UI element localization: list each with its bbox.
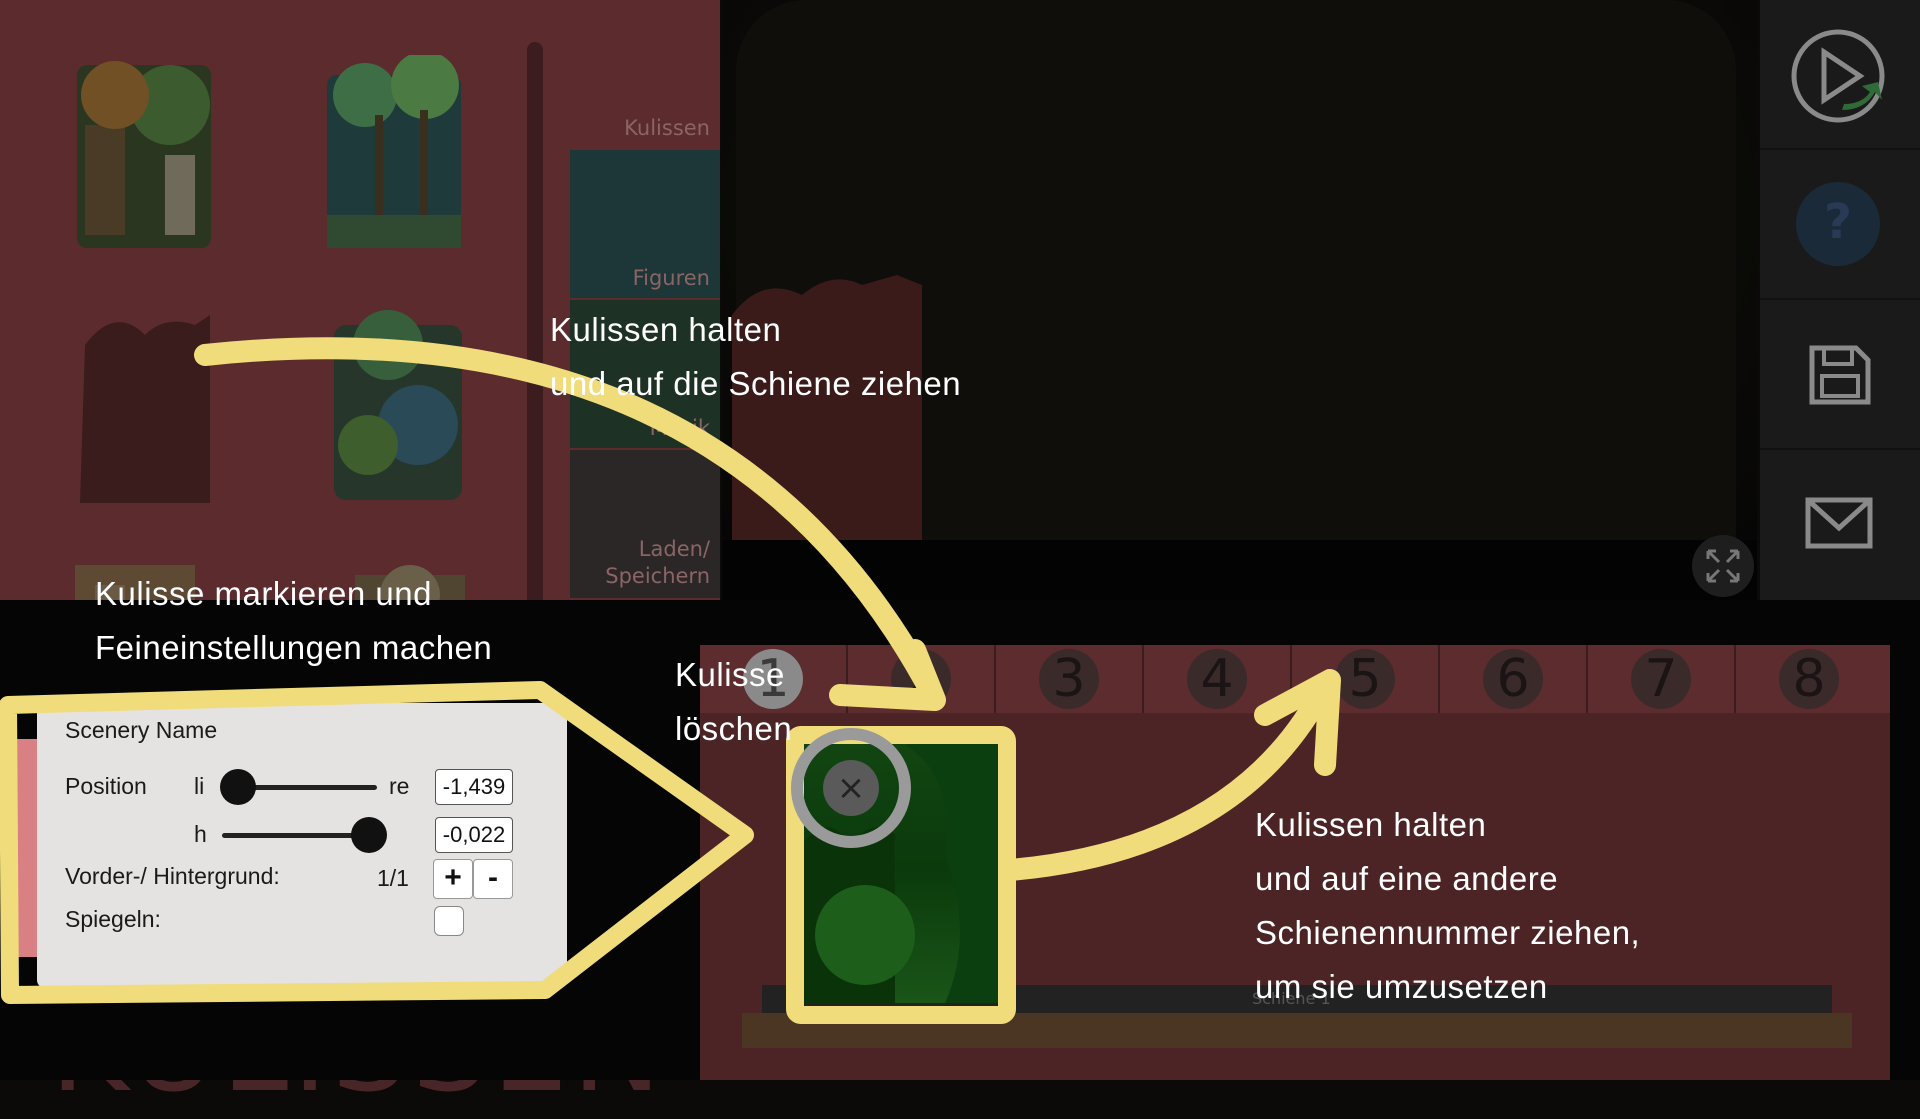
tab-label-line1: Laden/: [638, 537, 710, 561]
position-x-field[interactable]: -1,439: [435, 769, 513, 805]
rail-number: 6: [1483, 649, 1543, 709]
tip-line: Kulissen halten: [550, 311, 782, 348]
help-button[interactable]: ?: [1760, 150, 1920, 300]
tab-label: Figuren: [632, 266, 710, 290]
tab-label: Kulissen: [624, 116, 710, 140]
height-label: h: [194, 821, 207, 847]
rail-tab-5[interactable]: 5: [1292, 645, 1440, 713]
mail-button[interactable]: [1760, 450, 1920, 598]
tab-kulissen[interactable]: Kulissen: [570, 0, 720, 148]
library-thumb-palm-bush[interactable]: [328, 305, 468, 505]
close-icon: ×: [836, 768, 866, 808]
play-button[interactable]: [1760, 0, 1920, 150]
mirror-label: Spiegeln:: [65, 906, 161, 932]
tip-mark-and-adjust: Kulisse markieren und Feineinstellungen …: [95, 567, 492, 675]
library-thumb-palm-grove[interactable]: [325, 55, 465, 250]
help-glyph: ?: [1824, 194, 1852, 250]
card-accent-strip: [15, 739, 37, 957]
stage-preview: [722, 0, 1757, 600]
rail-number: 2: [891, 649, 951, 709]
rail-tab-4[interactable]: 4: [1144, 645, 1292, 713]
rail-number-tabs: 1 2 3 4 5 6 7 8: [700, 645, 1890, 713]
tab-label: Musik: [649, 416, 710, 440]
play-icon: [1791, 29, 1885, 123]
position-x-knob[interactable]: [219, 769, 256, 805]
category-tabs: Kulissen Figuren Musik Laden/ Speichern: [570, 0, 720, 600]
tip-line: Kulisse markieren und: [95, 575, 432, 612]
fullscreen-button[interactable]: [1692, 535, 1754, 597]
rail-tab-8[interactable]: 8: [1736, 645, 1890, 713]
scenery-properties-card: Scenery Name Position li re -1,439 h -0,…: [15, 703, 567, 988]
tip-delete: Kulisse löschen: [675, 648, 792, 756]
tab-label: Laden/ Speichern: [605, 536, 710, 590]
save-button[interactable]: [1760, 300, 1920, 450]
tip-drag-to-rail: Kulissen halten und auf die Schiene zieh…: [550, 303, 961, 411]
tip-line: Kulisse: [675, 656, 785, 693]
tip-line: Schienennummer ziehen,: [1255, 914, 1641, 951]
tip-line: und auf die Schiene ziehen: [550, 365, 962, 402]
layer-forward-button[interactable]: +: [433, 859, 473, 899]
tab-figuren[interactable]: Figuren: [570, 150, 720, 298]
scenery-name: Scenery Name: [65, 717, 218, 743]
tip-line: Feineinstellungen machen: [95, 629, 493, 666]
rail-number: 5: [1335, 649, 1395, 709]
rail-number: 8: [1779, 649, 1839, 709]
position-label: Position: [65, 773, 147, 799]
left-label: li: [194, 773, 205, 799]
rail-tab-6[interactable]: 6: [1440, 645, 1588, 713]
tip-line: Kulissen halten: [1255, 806, 1487, 843]
tip-line: und auf eine andere: [1255, 860, 1559, 897]
right-toolbar: ?: [1760, 0, 1920, 600]
save-icon: [1809, 345, 1871, 405]
rail-tab-2[interactable]: 2: [848, 645, 996, 713]
fullscreen-icon: [1706, 549, 1740, 583]
tab-label-line2: Speichern: [605, 564, 710, 588]
rail-number: 4: [1187, 649, 1247, 709]
tip-line: löschen: [675, 710, 793, 747]
tip-line: um sie umzusetzen: [1255, 968, 1548, 1005]
rail-tab-3[interactable]: 3: [996, 645, 1144, 713]
rail-base: [742, 1013, 1852, 1048]
tab-laden-speichern[interactable]: Laden/ Speichern: [570, 450, 720, 598]
stage-floor: [722, 540, 1757, 600]
library-thumb-palm-silhouette[interactable]: [75, 305, 215, 505]
layer-value: 1/1: [377, 865, 409, 891]
rail-number: 3: [1039, 649, 1099, 709]
layer-back-button[interactable]: -: [473, 859, 513, 899]
rail-tab-7[interactable]: 7: [1588, 645, 1736, 713]
position-y-knob[interactable]: [351, 817, 388, 853]
position-y-field[interactable]: -0,022: [435, 817, 513, 853]
tip-move-rail: Kulissen halten und auf eine andere Schi…: [1255, 798, 1640, 1014]
right-label: re: [389, 773, 410, 799]
layer-label: Vorder-/ Hintergrund:: [65, 863, 280, 889]
mirror-checkbox[interactable]: [434, 906, 464, 936]
library-thumb-jungle-temple[interactable]: [75, 55, 215, 250]
mail-icon: [1805, 497, 1873, 549]
rail-number: 7: [1631, 649, 1691, 709]
delete-scenery-button[interactable]: ×: [823, 760, 879, 816]
